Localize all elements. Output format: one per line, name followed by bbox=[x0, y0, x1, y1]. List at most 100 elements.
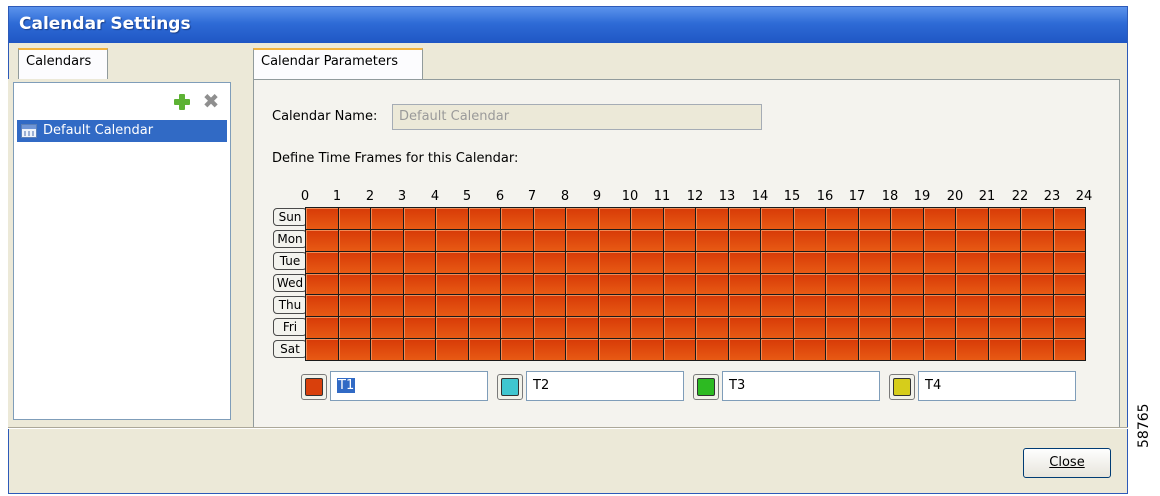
day-button-thu[interactable]: Thu bbox=[273, 296, 307, 314]
time-cell[interactable] bbox=[338, 317, 370, 339]
calendar-name-field[interactable]: Default Calendar bbox=[392, 104, 762, 130]
time-cell[interactable] bbox=[826, 251, 858, 273]
time-cell[interactable] bbox=[956, 295, 988, 317]
time-cell[interactable] bbox=[761, 229, 793, 251]
time-cell[interactable] bbox=[436, 251, 468, 273]
time-cell[interactable] bbox=[371, 208, 403, 229]
time-cell[interactable] bbox=[891, 339, 923, 360]
time-cell[interactable] bbox=[1053, 229, 1085, 251]
day-button-mon[interactable]: Mon bbox=[273, 230, 307, 248]
tab-calendars[interactable]: Calendars bbox=[18, 48, 108, 80]
time-cell[interactable] bbox=[793, 339, 825, 360]
time-cell[interactable] bbox=[793, 208, 825, 229]
time-cell[interactable] bbox=[1021, 295, 1053, 317]
time-cell[interactable] bbox=[988, 251, 1020, 273]
time-cell[interactable] bbox=[761, 273, 793, 295]
time-cell[interactable] bbox=[306, 295, 338, 317]
time-cell[interactable] bbox=[371, 251, 403, 273]
time-cell[interactable] bbox=[826, 295, 858, 317]
time-cell[interactable] bbox=[533, 295, 565, 317]
time-cell[interactable] bbox=[371, 229, 403, 251]
time-cell[interactable] bbox=[826, 229, 858, 251]
time-cell[interactable] bbox=[728, 295, 760, 317]
time-cell[interactable] bbox=[501, 208, 533, 229]
time-cell[interactable] bbox=[501, 339, 533, 360]
time-cell[interactable] bbox=[533, 273, 565, 295]
time-cell[interactable] bbox=[566, 339, 598, 360]
time-cell[interactable] bbox=[663, 317, 695, 339]
time-cell[interactable] bbox=[371, 273, 403, 295]
time-cell[interactable] bbox=[858, 317, 890, 339]
time-cell[interactable] bbox=[1021, 339, 1053, 360]
time-cell[interactable] bbox=[696, 251, 728, 273]
time-cell[interactable] bbox=[501, 317, 533, 339]
time-cell[interactable] bbox=[728, 229, 760, 251]
time-cell[interactable] bbox=[403, 339, 435, 360]
time-cell[interactable] bbox=[1053, 339, 1085, 360]
time-cell[interactable] bbox=[598, 273, 630, 295]
time-cell[interactable] bbox=[663, 295, 695, 317]
time-cell[interactable] bbox=[403, 208, 435, 229]
time-frame-name-t4[interactable]: T4 bbox=[918, 371, 1076, 401]
time-cell[interactable] bbox=[566, 317, 598, 339]
time-cell[interactable] bbox=[728, 208, 760, 229]
time-cell[interactable] bbox=[923, 295, 955, 317]
time-cell[interactable] bbox=[598, 229, 630, 251]
time-cell[interactable] bbox=[598, 339, 630, 360]
time-cell[interactable] bbox=[306, 208, 338, 229]
time-cell[interactable] bbox=[1053, 251, 1085, 273]
time-cell[interactable] bbox=[761, 251, 793, 273]
time-frame-color-t1[interactable] bbox=[301, 374, 327, 400]
list-item-default-calendar[interactable]: Default Calendar bbox=[17, 120, 227, 142]
time-cell[interactable] bbox=[631, 339, 663, 360]
time-cell[interactable] bbox=[533, 208, 565, 229]
time-cell[interactable] bbox=[663, 339, 695, 360]
time-cell[interactable] bbox=[306, 317, 338, 339]
time-cell[interactable] bbox=[436, 339, 468, 360]
time-cell[interactable] bbox=[631, 295, 663, 317]
time-cell[interactable] bbox=[338, 273, 370, 295]
time-cell[interactable] bbox=[761, 295, 793, 317]
time-cell[interactable] bbox=[1053, 317, 1085, 339]
time-cell[interactable] bbox=[891, 273, 923, 295]
time-cell[interactable] bbox=[533, 339, 565, 360]
time-cell[interactable] bbox=[566, 251, 598, 273]
time-cell[interactable] bbox=[696, 317, 728, 339]
time-frame-name-t1[interactable]: T1 bbox=[330, 371, 488, 401]
day-button-fri[interactable]: Fri bbox=[273, 318, 307, 336]
time-cell[interactable] bbox=[1053, 208, 1085, 229]
day-button-tue[interactable]: Tue bbox=[273, 252, 307, 270]
time-cell[interactable] bbox=[826, 339, 858, 360]
time-cell[interactable] bbox=[728, 317, 760, 339]
time-cell[interactable] bbox=[923, 339, 955, 360]
time-cell[interactable] bbox=[858, 208, 890, 229]
time-cell[interactable] bbox=[631, 317, 663, 339]
time-cell[interactable] bbox=[923, 317, 955, 339]
time-cell[interactable] bbox=[1021, 208, 1053, 229]
time-cell[interactable] bbox=[761, 317, 793, 339]
time-cell[interactable] bbox=[338, 208, 370, 229]
time-cell[interactable] bbox=[696, 339, 728, 360]
time-cell[interactable] bbox=[468, 317, 500, 339]
time-cell[interactable] bbox=[468, 208, 500, 229]
time-cell[interactable] bbox=[923, 229, 955, 251]
time-cell[interactable] bbox=[1053, 273, 1085, 295]
time-cell[interactable] bbox=[501, 229, 533, 251]
time-cell[interactable] bbox=[403, 295, 435, 317]
time-cell[interactable] bbox=[1021, 273, 1053, 295]
time-cell[interactable] bbox=[306, 273, 338, 295]
day-button-wed[interactable]: Wed bbox=[273, 274, 307, 292]
time-cell[interactable] bbox=[858, 295, 890, 317]
time-cell[interactable] bbox=[696, 295, 728, 317]
time-cell[interactable] bbox=[436, 273, 468, 295]
time-cell[interactable] bbox=[436, 208, 468, 229]
time-cell[interactable] bbox=[566, 295, 598, 317]
time-cell[interactable] bbox=[891, 251, 923, 273]
time-cell[interactable] bbox=[793, 273, 825, 295]
time-cell[interactable] bbox=[891, 295, 923, 317]
x-icon[interactable]: ✖ bbox=[202, 91, 220, 111]
time-cell[interactable] bbox=[1053, 295, 1085, 317]
time-cell[interactable] bbox=[306, 251, 338, 273]
time-frame-color-t2[interactable] bbox=[497, 374, 523, 400]
close-button[interactable]: Close bbox=[1023, 448, 1111, 478]
